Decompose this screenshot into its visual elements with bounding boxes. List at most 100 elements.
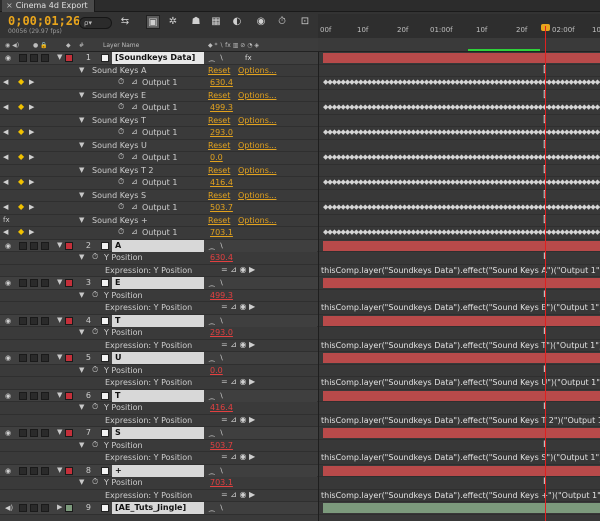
solo-switch[interactable]	[19, 429, 27, 437]
stopwatch-icon[interactable]: ⏱	[92, 440, 98, 450]
chevron-down-icon[interactable]: ▼	[57, 241, 62, 249]
options-link[interactable]: Options...	[238, 191, 277, 200]
timeline-row[interactable]: I	[319, 440, 600, 452]
options-link[interactable]: Options...	[238, 141, 277, 150]
quality-icon[interactable]: ∖	[219, 390, 223, 402]
shy-switch[interactable]	[41, 466, 49, 475]
chevron-down-icon[interactable]: ▼	[57, 316, 62, 324]
layer-duration-bar[interactable]	[323, 353, 600, 363]
layer-row[interactable]: ◉ ▼ 2 A ⁔ ∖	[0, 239, 318, 252]
stopwatch-icon[interactable]: ⏱	[118, 127, 124, 137]
keyframe-diamond-icon[interactable]: ◆	[18, 77, 24, 86]
keyframe-prev-icon[interactable]: ◀	[3, 228, 8, 236]
stopwatch-icon[interactable]: ⏱	[118, 152, 124, 162]
chevron-down-icon[interactable]: ▼	[79, 216, 84, 224]
options-link[interactable]: Options...	[238, 216, 277, 225]
layer-name[interactable]: S	[112, 427, 204, 439]
solo-switch[interactable]	[19, 316, 27, 325]
eye-icon[interactable]: ◉	[5, 467, 11, 475]
time-ruler[interactable]: 00f 10f 20f 01:00f 10f 20f 02:00f 10	[318, 14, 600, 38]
shy-layer-icon[interactable]: ⁔	[209, 315, 215, 327]
layer-switches[interactable]: ⁔ ∖	[205, 314, 317, 327]
lock-switch[interactable]	[30, 354, 38, 362]
property-value[interactable]: 703.1	[210, 228, 233, 237]
solo-switch[interactable]	[19, 504, 27, 512]
graph-icon[interactable]: ⊿	[131, 227, 138, 236]
property-row[interactable]: ▼ ⏱ Y Position 703.1	[0, 477, 318, 490]
timeline-row[interactable]	[319, 352, 600, 365]
timeline-row[interactable]: I	[319, 252, 600, 265]
label-color-swatch[interactable]	[65, 354, 73, 362]
graph-icon[interactable]: ⊿	[131, 202, 138, 211]
label-color-swatch[interactable]	[65, 54, 73, 62]
timeline-row[interactable]: thisComp.layer("Soundkeys Data").effect(…	[319, 340, 600, 352]
frame-blend-icon[interactable]: ▦	[209, 15, 223, 29]
keyframe-prev-icon[interactable]: ◀	[3, 178, 8, 186]
layer-row[interactable]: ◉ ▼ 6 T ⁔ ∖	[0, 389, 318, 402]
lock-switch[interactable]	[30, 429, 38, 437]
keyframe-next-icon[interactable]: ▶	[29, 178, 34, 186]
auto-keyframe-icon[interactable]: ⏱	[275, 15, 289, 29]
stopwatch-icon[interactable]: ⏱	[118, 177, 124, 187]
reset-link[interactable]: Reset	[208, 66, 230, 75]
chevron-down-icon[interactable]: ▼	[79, 403, 84, 411]
property-row[interactable]: ▼ ⏱ Y Position 503.7	[0, 440, 318, 452]
layer-switches[interactable]: ⁔ ∖	[205, 464, 317, 477]
property-row[interactable]: ▼ Sound Keys T Reset Options...	[0, 115, 318, 127]
keyframe-diamond-icon[interactable]: ◆	[18, 127, 24, 136]
expression-text[interactable]: thisComp.layer("Soundkeys Data").effect(…	[321, 491, 600, 500]
stopwatch-icon[interactable]: ⏱	[118, 227, 124, 237]
graph-icon[interactable]: ⊿	[131, 177, 138, 186]
layer-name[interactable]: T	[112, 389, 204, 402]
property-value[interactable]: 630.4	[210, 253, 233, 262]
label-color-swatch[interactable]	[65, 241, 73, 250]
work-area-bar[interactable]	[318, 38, 600, 52]
shy-switch[interactable]	[41, 429, 49, 437]
keyframe-next-icon[interactable]: ▶	[29, 228, 34, 236]
stopwatch-icon[interactable]: ⏱	[92, 402, 98, 412]
timeline-row[interactable]: I	[319, 402, 600, 415]
quality-icon[interactable]: ∖	[219, 352, 223, 364]
layer-duration-bar[interactable]	[323, 278, 600, 288]
shy-icon[interactable]: ☗	[189, 15, 203, 29]
timeline-row[interactable]	[319, 240, 600, 252]
chevron-down-icon[interactable]: ▼	[79, 253, 84, 261]
stopwatch-icon[interactable]: ⏱	[92, 477, 98, 487]
stopwatch-icon[interactable]: ⏱	[92, 365, 98, 375]
keyframe-track[interactable]: ◆◆◆◆◆◆◆◆◆◆◆◆◆◆◆◆◆◆◆◆◆◆◆◆◆◆◆◆◆◆◆◆◆◆◆◆◆◆◆◆…	[323, 78, 600, 88]
solo-switch[interactable]	[19, 466, 27, 475]
expression-controls-icon[interactable]: = ⊿ ◉ ▶	[221, 490, 255, 499]
timeline-row[interactable]: thisComp.layer("Soundkeys Data").effect(…	[319, 265, 600, 277]
eye-icon[interactable]: ◉	[5, 392, 11, 400]
timeline-row[interactable]: [	[319, 90, 600, 102]
timeline-row[interactable]: ◆◆◆◆◆◆◆◆◆◆◆◆◆◆◆◆◆◆◆◆◆◆◆◆◆◆◆◆◆◆◆◆◆◆◆◆◆◆◆◆…	[319, 202, 600, 215]
layer-row[interactable]: ◉ ▼ 1 [Soundkeys Data] ⁔ ∖ fx	[0, 52, 318, 65]
chevron-down-icon[interactable]: ▼	[57, 278, 62, 286]
solo-switch[interactable]	[19, 354, 27, 362]
label-color-swatch[interactable]	[65, 466, 73, 475]
lock-switch[interactable]	[30, 241, 38, 250]
keyframe-track[interactable]: ◆◆◆◆◆◆◆◆◆◆◆◆◆◆◆◆◆◆◆◆◆◆◆◆◆◆◆◆◆◆◆◆◆◆◆◆◆◆◆◆…	[323, 228, 600, 238]
current-time-indicator[interactable]	[545, 26, 546, 521]
keyframe-next-icon[interactable]: ▶	[29, 103, 34, 111]
options-link[interactable]: Options...	[238, 116, 277, 125]
expression-text[interactable]: thisComp.layer("Soundkeys Data").effect(…	[321, 266, 600, 275]
keyframe-diamond-icon[interactable]: ◆	[18, 177, 24, 186]
timeline-row[interactable]: [	[319, 215, 600, 227]
shy-switch[interactable]	[41, 279, 49, 287]
layer-name[interactable]: U	[112, 352, 204, 364]
timeline-row[interactable]: thisComp.layer("Soundkeys Data").effect(…	[319, 302, 600, 315]
timeline-row[interactable]: I	[319, 365, 600, 377]
layer-row[interactable]: ◀) ▶ 9 [AE_Tuts_Jingle] ⁔ ∖	[0, 502, 318, 515]
layer-name[interactable]: [AE_Tuts_Jingle]	[112, 502, 204, 514]
timeline-row[interactable]: [	[319, 115, 600, 127]
property-row[interactable]: ▼ Sound Keys U Reset Options...	[0, 140, 318, 152]
property-row[interactable]: fx ▼ Sound Keys + Reset Options...	[0, 215, 318, 227]
shy-layer-icon[interactable]: ⁔	[209, 352, 215, 364]
draft3d-icon[interactable]: ✲	[166, 15, 180, 29]
timeline-row[interactable]: ◆◆◆◆◆◆◆◆◆◆◆◆◆◆◆◆◆◆◆◆◆◆◆◆◆◆◆◆◆◆◆◆◆◆◆◆◆◆◆◆…	[319, 77, 600, 90]
solo-switch[interactable]	[19, 279, 27, 287]
lock-switch[interactable]	[30, 504, 38, 512]
shy-layer-icon[interactable]: ⁔	[209, 52, 215, 64]
reset-link[interactable]: Reset	[208, 116, 230, 125]
